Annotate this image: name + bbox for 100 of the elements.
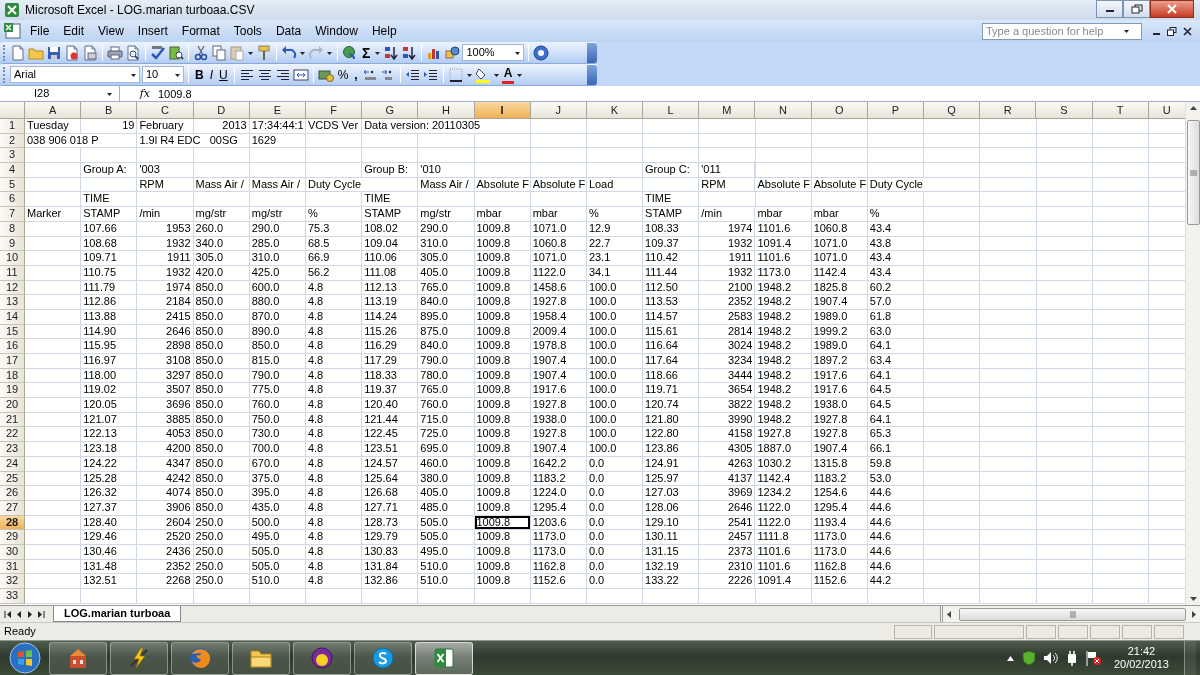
menu-item[interactable]: Format [174, 21, 227, 41]
shapes-icon[interactable] [444, 44, 461, 61]
globe-icon[interactable] [342, 44, 358, 61]
restore-icon[interactable] [1167, 26, 1177, 36]
row-header[interactable]: 26 [0, 486, 25, 501]
undo-icon[interactable] [281, 44, 297, 61]
menu-item[interactable]: Help [364, 21, 404, 41]
column-header[interactable]: P [867, 102, 924, 119]
row-header[interactable]: 17 [0, 354, 25, 369]
clock[interactable]: 21:42 20/02/2013 [1113, 645, 1169, 671]
row-header[interactable]: 19 [0, 383, 25, 399]
taskbar-button[interactable] [415, 641, 473, 675]
row-header[interactable]: 4 [0, 163, 25, 178]
column-header[interactable]: D [193, 102, 250, 119]
column-header[interactable]: O [811, 102, 868, 119]
taskbar-button[interactable] [232, 641, 290, 675]
row-header[interactable]: 3 [0, 148, 25, 164]
taskbar-button[interactable] [171, 641, 229, 675]
scrollbar-thumb[interactable] [959, 607, 1186, 621]
row-header[interactable]: 10 [0, 251, 25, 266]
power-plug-icon[interactable] [1065, 650, 1078, 666]
next-sheet-icon[interactable] [26, 609, 34, 619]
menu-item[interactable]: Data [268, 21, 309, 41]
row-header[interactable]: 33 [0, 589, 25, 604]
row-header[interactable]: 1 [0, 119, 25, 134]
first-sheet-icon[interactable] [4, 609, 12, 619]
bold-button[interactable]: B [193, 65, 206, 84]
menu-item[interactable]: Insert [130, 21, 175, 41]
column-header[interactable]: I [474, 102, 531, 119]
taskbar-button[interactable] [49, 641, 107, 675]
clipboard-icon[interactable] [229, 44, 245, 61]
column-header[interactable]: G [362, 102, 419, 119]
spell-check-icon[interactable] [150, 44, 166, 61]
scrollbar-thumb[interactable] [1186, 120, 1200, 225]
previous-sheet-icon[interactable] [15, 609, 23, 619]
row-header[interactable]: 16 [0, 339, 25, 354]
column-header[interactable]: R [980, 102, 1037, 119]
font-field[interactable]: Arial [10, 66, 140, 83]
menu-item[interactable]: Edit [56, 21, 92, 41]
menu-item[interactable]: Window [308, 21, 365, 41]
sort-descending-icon[interactable] [401, 44, 418, 61]
fill-color-icon[interactable] [474, 66, 491, 83]
restore-button[interactable] [1123, 0, 1150, 18]
paintbrush-icon[interactable] [256, 44, 272, 61]
sort-ascending-icon[interactable] [383, 44, 400, 61]
comma-button[interactable]: , [352, 65, 360, 84]
sheet-tab[interactable]: LOG.marian turboaa [53, 606, 182, 622]
close-icon[interactable] [1183, 26, 1192, 36]
taskbar-button[interactable] [354, 641, 412, 675]
row-header[interactable]: 22 [0, 427, 25, 443]
toolbar-options-icon[interactable] [587, 42, 597, 63]
percent-button[interactable]: % [335, 65, 351, 84]
shield-icon[interactable] [1021, 650, 1036, 666]
page-icon[interactable] [64, 44, 80, 61]
book-magnifier-icon[interactable] [168, 44, 184, 61]
flag-icon[interactable] [1084, 650, 1101, 666]
autosum-button[interactable]: Σ [360, 43, 373, 62]
row-header[interactable]: 13 [0, 295, 25, 310]
row-header[interactable]: 32 [0, 574, 25, 589]
print-preview-icon[interactable] [125, 44, 141, 61]
column-header[interactable]: U [1148, 102, 1185, 119]
help-search-field[interactable]: Type a question for help [982, 22, 1142, 40]
scissors-icon[interactable] [193, 44, 209, 61]
font-size-field[interactable]: 10 [142, 66, 184, 83]
column-header[interactable]: T [1092, 102, 1149, 119]
column-header[interactable]: S [1036, 102, 1093, 119]
column-header[interactable]: H [418, 102, 475, 119]
row-header[interactable]: 29 [0, 530, 25, 545]
show-desktop-button[interactable] [1184, 640, 1196, 675]
borders-icon[interactable] [447, 66, 464, 83]
workbook-icon[interactable] [3, 22, 23, 40]
column-header[interactable]: E [249, 102, 306, 119]
last-sheet-icon[interactable] [37, 609, 45, 619]
printer-icon[interactable] [107, 44, 123, 61]
row-header[interactable]: 6 [0, 192, 25, 208]
row-header[interactable]: 23 [0, 442, 25, 457]
close-button[interactable] [1150, 0, 1194, 18]
copy-icon[interactable] [211, 44, 227, 61]
zoom-field[interactable]: 100% [462, 44, 525, 61]
formula-field[interactable]: 1009.8 [150, 86, 192, 101]
menu-item[interactable]: View [91, 21, 131, 41]
toolbar-options-icon[interactable] [587, 64, 597, 85]
merge-center-icon[interactable] [292, 66, 309, 83]
row-header[interactable]: 20 [0, 398, 25, 413]
column-header[interactable]: A [25, 102, 82, 119]
minimize-button[interactable] [1096, 0, 1123, 18]
speaker-icon[interactable] [1042, 651, 1059, 665]
column-header[interactable]: F [305, 102, 363, 119]
show-hidden-icons-icon[interactable] [1005, 654, 1015, 662]
font-color-button[interactable]: A [501, 65, 515, 84]
column-header[interactable]: J [530, 102, 587, 119]
new-document-icon[interactable] [10, 44, 26, 61]
underline-button[interactable]: U [217, 65, 230, 84]
row-header[interactable]: 7 [0, 207, 25, 222]
column-header[interactable]: L [643, 102, 700, 119]
taskbar-button[interactable] [110, 641, 168, 675]
column-header[interactable]: C [137, 102, 194, 119]
column-header[interactable]: B [81, 102, 138, 119]
italic-button[interactable]: I [207, 65, 215, 84]
column-header[interactable]: N [755, 102, 812, 119]
